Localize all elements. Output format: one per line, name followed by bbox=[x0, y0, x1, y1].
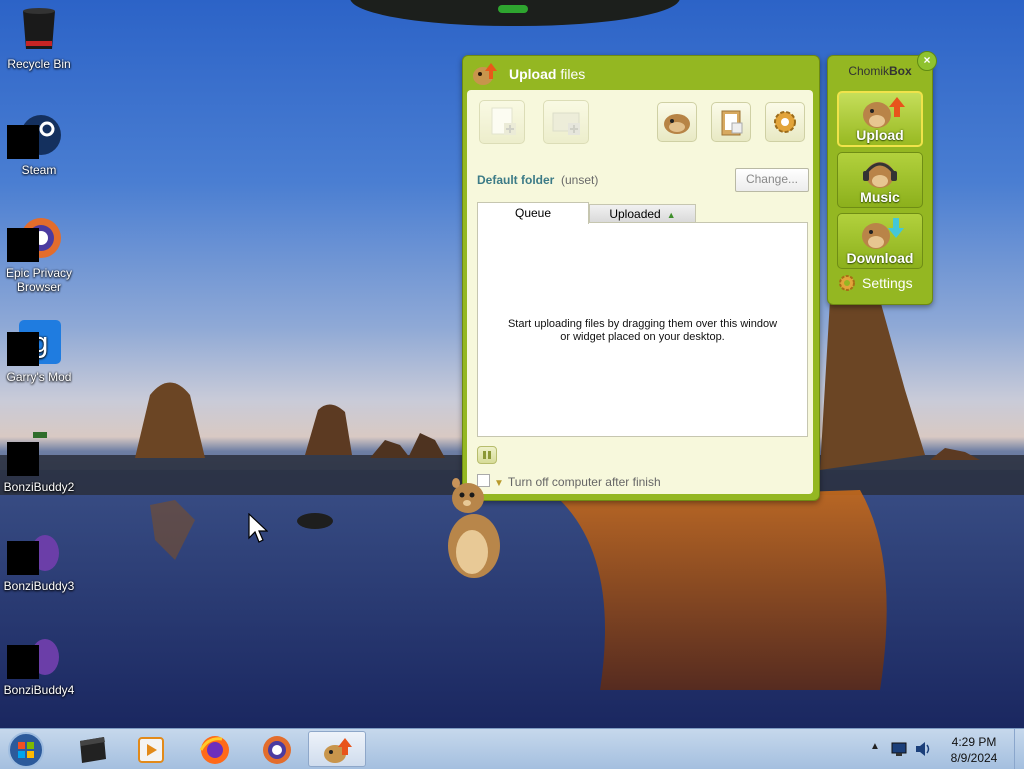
clipboard-add-icon bbox=[721, 110, 743, 136]
clock-date: 8/9/2024 bbox=[950, 751, 998, 765]
redacted-overlay bbox=[7, 125, 39, 159]
chomikbox-icon bbox=[324, 738, 352, 763]
turn-off-label: Turn off computer after finish bbox=[507, 475, 661, 489]
taskbar-app-firefox[interactable] bbox=[186, 731, 242, 767]
network-icon[interactable] bbox=[890, 741, 908, 757]
chomikbox-widget[interactable]: ChomikBox × Upload Music Download Settin… bbox=[827, 51, 937, 305]
desktop-icon-label: BonziBuddy3 bbox=[3, 579, 75, 593]
triangle-up-icon: ▲ bbox=[666, 210, 676, 220]
media-player-icon bbox=[138, 737, 164, 763]
upload-queue-list[interactable]: Start uploading files by dragging them o… bbox=[477, 222, 808, 437]
chomik-upload-logo-icon bbox=[471, 61, 501, 87]
notch-led bbox=[498, 5, 528, 13]
garrys-mod-icon: g bbox=[7, 318, 63, 366]
desktop-icon-label: BonziBuddy2 bbox=[3, 480, 75, 494]
desktop-icon-steam[interactable]: Steam bbox=[0, 111, 78, 177]
download-button[interactable]: Download bbox=[837, 213, 923, 269]
bonzibuddy-icon bbox=[7, 527, 63, 575]
epic-browser-icon bbox=[263, 736, 291, 764]
default-folder-value: (unset) bbox=[561, 173, 599, 187]
change-folder-button[interactable]: Change... bbox=[735, 168, 809, 192]
steam-icon bbox=[7, 111, 63, 159]
bonzibuddy-icon bbox=[7, 631, 63, 679]
taskbar-clock[interactable]: 4:29 PM 8/9/2024 bbox=[934, 734, 1014, 766]
upload-button[interactable]: Upload bbox=[837, 91, 923, 147]
tab-queue[interactable]: Queue bbox=[477, 202, 589, 224]
firefox-icon bbox=[199, 736, 229, 764]
taskbar-app-chomikbox[interactable] bbox=[308, 731, 366, 767]
chomik-desktop-mascot[interactable] bbox=[438, 474, 508, 582]
bonzibuddy-icon bbox=[7, 428, 63, 476]
desktop-icon-epic-privacy-browser[interactable]: Epic Privacy Browser bbox=[0, 214, 78, 294]
speaker-icon[interactable] bbox=[914, 740, 932, 758]
paste-from-clipboard-button[interactable] bbox=[711, 102, 751, 142]
chomik-icon bbox=[664, 114, 690, 134]
gear-icon bbox=[774, 111, 796, 133]
desktop-icon-label: Epic Privacy Browser bbox=[5, 266, 73, 294]
desktop-icon-label: Recycle Bin bbox=[7, 57, 71, 71]
redacted-overlay bbox=[7, 645, 39, 679]
desktop-icon-label: Garry's Mod bbox=[6, 370, 72, 384]
redacted-overlay bbox=[7, 228, 39, 262]
desktop-icon-bonzibuddy3[interactable]: BonziBuddy3 bbox=[0, 527, 78, 593]
music-button[interactable]: Music bbox=[837, 152, 923, 208]
start-button[interactable] bbox=[0, 731, 56, 768]
desktop-icon-bonzibuddy2[interactable]: BonziBuddy2 bbox=[0, 428, 78, 494]
desktop-icon-garrys-mod[interactable]: g Garry's Mod bbox=[0, 318, 78, 384]
add-folder-icon bbox=[552, 112, 580, 135]
show-hidden-icons-icon[interactable]: ▲ bbox=[870, 741, 880, 752]
redacted-overlay bbox=[7, 442, 39, 476]
music-label: Music bbox=[860, 189, 900, 205]
add-file-icon bbox=[491, 107, 516, 135]
pause-icon-bar bbox=[488, 451, 491, 459]
taskbar-app-media-player[interactable] bbox=[122, 731, 178, 767]
start-orb-icon bbox=[8, 732, 44, 768]
epic-browser-icon bbox=[7, 214, 63, 262]
clock-time: 4:29 PM bbox=[951, 735, 997, 749]
terminal-icon bbox=[80, 737, 106, 763]
upload-window-body: Default folder (unset) Change... Queue U… bbox=[467, 90, 813, 494]
desktop-icon-recycle-bin[interactable]: Recycle Bin bbox=[0, 5, 78, 71]
gear-icon bbox=[839, 275, 855, 291]
pause-button[interactable] bbox=[477, 446, 497, 464]
recycle-bin-icon bbox=[15, 5, 63, 53]
chomik-headphones-icon bbox=[863, 162, 897, 188]
hamster-mascot-icon bbox=[448, 478, 500, 578]
tab-uploaded[interactable]: Uploaded ▲ bbox=[589, 204, 696, 223]
window-title: Upload files bbox=[509, 66, 586, 82]
close-icon[interactable]: × bbox=[917, 51, 937, 71]
show-desktop-button[interactable] bbox=[1014, 729, 1024, 769]
empty-queue-message: Start uploading files by dragging them o… bbox=[507, 318, 778, 343]
default-folder-label: Default folder (unset) bbox=[477, 173, 599, 187]
settings-button[interactable] bbox=[765, 102, 805, 142]
chomik-download-icon bbox=[862, 218, 904, 249]
desktop-icon-label: BonziBuddy4 bbox=[3, 683, 75, 697]
widget-title: ChomikBox bbox=[848, 64, 912, 78]
download-label: Download bbox=[846, 250, 914, 266]
taskbar-app-terminal[interactable] bbox=[64, 731, 120, 767]
mouse-cursor-icon bbox=[248, 513, 268, 543]
taskbar-app-epic-browser[interactable] bbox=[248, 731, 304, 767]
pause-icon bbox=[483, 451, 486, 459]
desktop-icon-bonzibuddy4[interactable]: BonziBuddy4 bbox=[0, 631, 78, 697]
redacted-overlay bbox=[7, 541, 39, 575]
upload-label: Upload bbox=[856, 127, 904, 143]
upload-files-window[interactable]: Upload files Default folder (unset) Chan… bbox=[462, 55, 820, 501]
settings-label: Settings bbox=[862, 275, 913, 291]
redacted-overlay bbox=[7, 332, 39, 366]
chomik-account-button[interactable] bbox=[657, 102, 697, 142]
add-folder-button[interactable] bbox=[543, 100, 589, 144]
add-files-button[interactable] bbox=[479, 100, 525, 144]
taskbar: ▲ 4:29 PM 8/9/2024 bbox=[0, 728, 1024, 769]
desktop-icon-label: Steam bbox=[21, 163, 57, 177]
chomik-upload-icon bbox=[863, 97, 905, 128]
widget-settings-button[interactable]: Settings bbox=[838, 274, 913, 292]
